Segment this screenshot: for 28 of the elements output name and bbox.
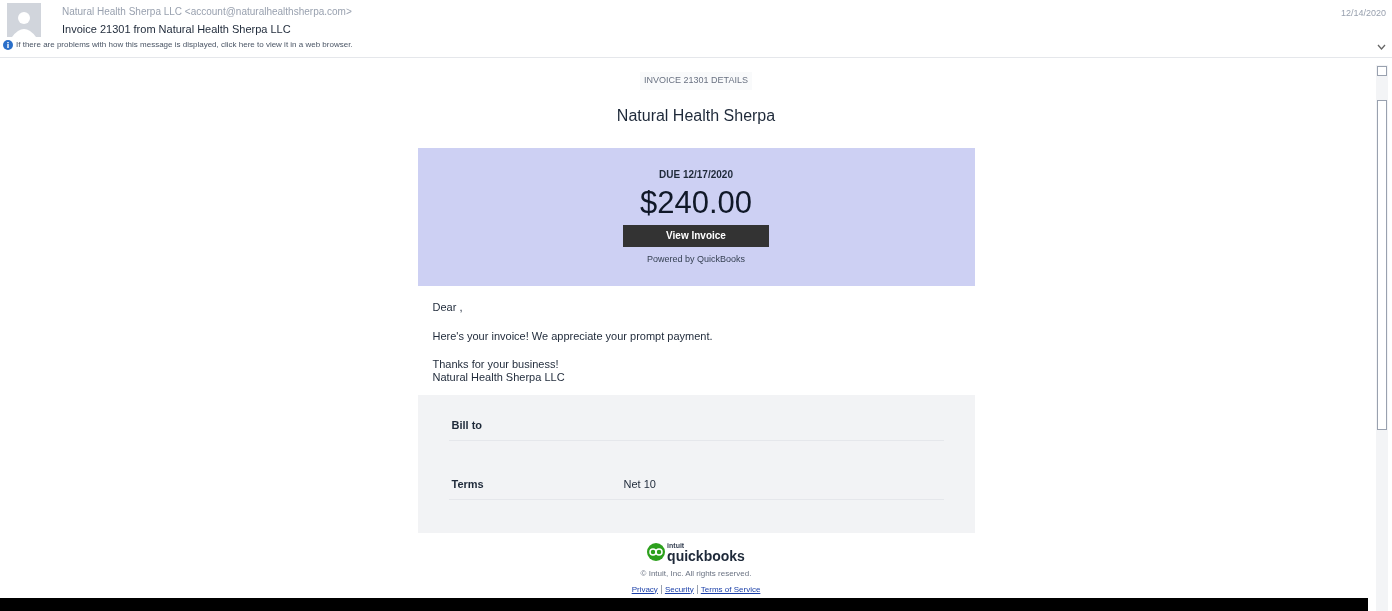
invoice-heading: INVOICE 21301 DETAILS — [640, 72, 752, 90]
info-icon — [3, 40, 13, 50]
detail-label: Terms — [451, 476, 485, 492]
copyright-text: © Intuit, Inc. All rights reserved. — [640, 567, 752, 580]
avatar-icon — [7, 3, 41, 37]
logo-wordmark: quickbooks — [667, 548, 745, 563]
chevron-icon[interactable] — [1377, 44, 1386, 50]
view-invoice-button[interactable]: View Invoice — [623, 224, 769, 247]
footer-link[interactable]: Terms of Service — [700, 583, 761, 596]
sender-address: Natural Health Sherpa LLC <account@naturalhealthsherpa.com> — [62, 5, 352, 19]
amount-due: $240.00 — [639, 184, 753, 221]
greeting: Dear , — [432, 299, 464, 315]
scrollbar-thumb[interactable] — [1377, 100, 1387, 430]
email-subject: Invoice 21301 from Natural Health Sherpa LLC — [62, 22, 292, 37]
footer-link[interactable]: Security — [664, 583, 694, 596]
message-text: Here's your invoice! We appreciate your prompt payment. — [432, 329, 714, 344]
footer-link[interactable]: Privacy — [631, 583, 658, 596]
closing-line: Thanks for your business! — [432, 357, 560, 371]
company-name: Natural Health Sherpa — [616, 105, 776, 126]
info-message[interactable]: If there are problems with how this message is displayed, click here to view it in a web browser. — [16, 39, 353, 51]
detail-label: Bill to — [451, 417, 484, 433]
due-date: DUE 12/17/2020 — [659, 167, 733, 182]
scroll-up-button[interactable] — [1377, 66, 1387, 76]
powered-by-text: Powered by QuickBooks — [646, 252, 745, 266]
detail-value: Net 10 — [623, 476, 656, 492]
closing-line: Natural Health Sherpa LLC — [432, 370, 566, 384]
quickbooks-logo-icon — [647, 543, 666, 561]
email-date: 12/14/2020 — [1340, 7, 1386, 20]
